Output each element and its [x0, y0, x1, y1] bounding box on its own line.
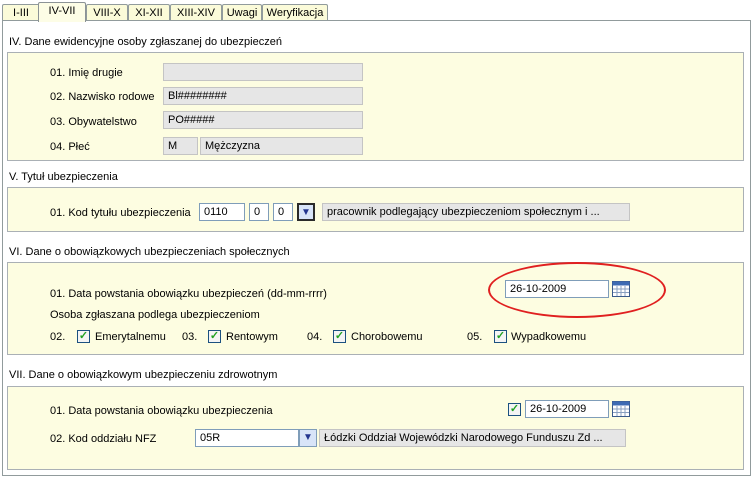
imie-drugie-label: 01. Imię drugie — [50, 67, 123, 79]
plec-text-field: Mężczyzna — [200, 137, 363, 155]
kod-tytulu-field-1[interactable]: 0110 — [199, 203, 245, 221]
kod-tytulu-field-2[interactable]: 0 — [249, 203, 269, 221]
chevron-down-icon: ▼ — [303, 432, 313, 443]
tab-xi-xii[interactable]: XI-XII — [128, 4, 170, 21]
emerytalne-num: 02. — [50, 331, 66, 343]
tab-xiii-xiv[interactable]: XIII-XIV — [170, 4, 222, 21]
calendar-button-spol[interactable] — [611, 280, 631, 298]
emerytalne-checkbox[interactable]: ✓ — [77, 330, 90, 343]
tab-weryfikacja[interactable]: Weryfikacja — [262, 4, 328, 21]
wypadkowe-num: 05. — [467, 331, 483, 343]
tab-i-iii[interactable]: I-III — [2, 4, 40, 21]
wypadkowe-checkbox[interactable]: ✓ — [494, 330, 507, 343]
kod-nfz-dropdown-button[interactable]: ▼ — [299, 429, 317, 447]
tab-uwagi[interactable]: Uwagi — [222, 4, 262, 21]
section-vi-title: VI. Dane o obowiązkowych ubezpieczeniach… — [9, 246, 290, 258]
section-v-title: V. Tytuł ubezpieczenia — [9, 171, 118, 183]
calendar-icon — [612, 281, 630, 297]
kod-nfz-field[interactable]: 05R — [195, 429, 299, 447]
chorobowe-label: Chorobowemu — [351, 331, 423, 343]
obywatelstwo-label: 03. Obywatelstwo — [50, 116, 137, 128]
kod-nfz-label: 02. Kod oddziału NFZ — [50, 433, 157, 445]
imie-drugie-field[interactable] — [163, 63, 363, 81]
plec-code-field[interactable]: M — [163, 137, 198, 155]
rentowe-num: 03. — [182, 331, 198, 343]
osoba-podlega-label: Osoba zgłaszana podlega ubezpieczeniom — [50, 309, 260, 321]
kod-tytulu-dropdown-button[interactable]: ▼ — [297, 203, 315, 221]
chorobowe-num: 04. — [307, 331, 323, 343]
obywatelstwo-field[interactable]: PO##### — [163, 111, 363, 129]
kod-tytulu-label: 01. Kod tytułu ubezpieczenia — [50, 207, 191, 219]
chorobowe-checkbox[interactable]: ✓ — [333, 330, 346, 343]
calendar-button-zdrow[interactable] — [611, 400, 631, 418]
section-vii-group — [7, 386, 744, 470]
rentowe-checkbox[interactable]: ✓ — [208, 330, 221, 343]
data-powstania-zdrow-checkbox[interactable]: ✓ — [508, 403, 521, 416]
data-powstania-spol-field[interactable]: 26-10-2009 — [505, 280, 609, 298]
plec-label: 04. Płeć — [50, 141, 90, 153]
data-powstania-zdrow-label: 01. Data powstania obowiązku ubezpieczen… — [50, 405, 273, 417]
section-vii-title: VII. Dane o obowiązkowym ubezpieczeniu z… — [9, 369, 278, 381]
section-iv-title: IV. Dane ewidencyjne osoby zgłaszanej do… — [9, 36, 282, 48]
kod-tytulu-description: pracownik podlegający ubezpieczeniom spo… — [322, 203, 630, 221]
tab-iv-vii[interactable]: IV-VII — [38, 2, 86, 22]
wypadkowe-label: Wypadkowemu — [511, 331, 587, 343]
kod-tytulu-field-3[interactable]: 0 — [273, 203, 293, 221]
tab-viii-x[interactable]: VIII-X — [86, 4, 128, 21]
chevron-down-icon: ▼ — [301, 207, 311, 218]
data-powstania-zdrow-field[interactable]: 26-10-2009 — [525, 400, 609, 418]
nazwisko-rodowe-field[interactable]: Bl######## — [163, 87, 363, 105]
kod-nfz-description: Łódzki Oddział Wojewódzki Narodowego Fun… — [319, 429, 626, 447]
rentowe-label: Rentowym — [226, 331, 278, 343]
emerytalne-label: Emerytalnemu — [95, 331, 166, 343]
calendar-icon — [612, 401, 630, 417]
nazwisko-rodowe-label: 02. Nazwisko rodowe — [50, 91, 155, 103]
data-powstania-spol-label: 01. Data powstania obowiązku ubezpieczeń… — [50, 288, 327, 300]
